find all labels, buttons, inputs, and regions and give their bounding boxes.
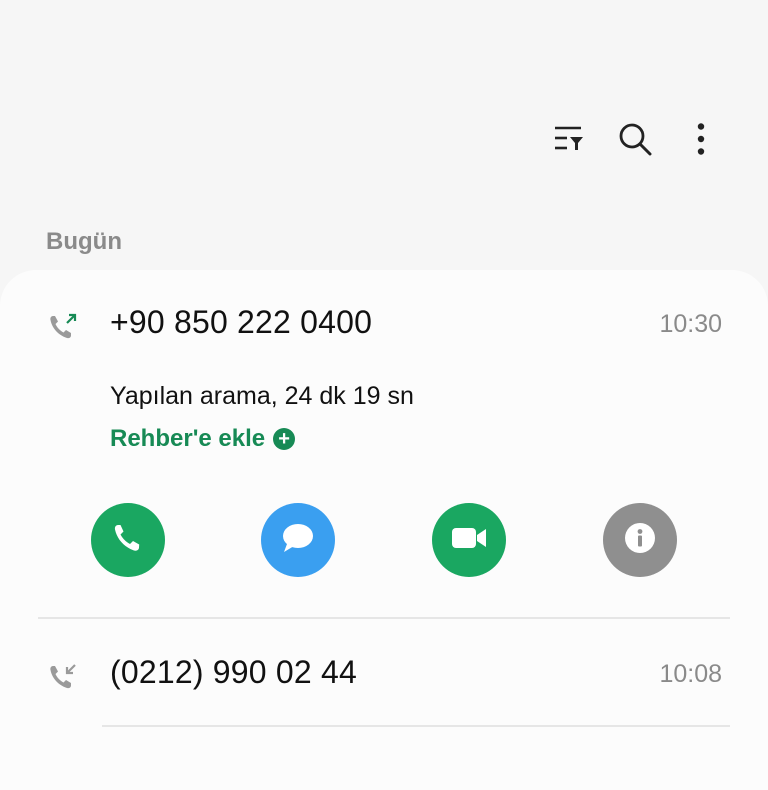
message-button[interactable] <box>261 503 335 577</box>
call-time: 10:30 <box>659 310 722 338</box>
section-title-today: Bugün <box>46 228 122 255</box>
filter-button[interactable] <box>536 118 602 164</box>
call-time: 10:08 <box>659 660 722 688</box>
search-button[interactable] <box>602 118 668 164</box>
incoming-call-icon <box>46 660 80 694</box>
info-button[interactable] <box>603 503 677 577</box>
video-call-button[interactable] <box>432 503 506 577</box>
video-call-icon <box>450 524 488 557</box>
call-log-card: +90 850 222 0400 10:30 Yapılan arama, 24… <box>0 270 768 790</box>
call-log-item[interactable]: (0212) 990 02 44 10:08 <box>0 646 768 706</box>
message-icon <box>279 519 317 562</box>
info-icon <box>624 522 656 559</box>
add-circle-icon: + <box>273 428 296 450</box>
phone-number: +90 850 222 0400 <box>110 304 373 340</box>
call-log-item[interactable]: +90 850 222 0400 10:30 <box>0 296 768 356</box>
search-icon <box>618 122 652 161</box>
add-to-contacts-link[interactable]: Rehber'e ekle + <box>110 425 296 453</box>
divider <box>38 617 730 619</box>
more-options-button[interactable] <box>668 118 734 164</box>
filter-icon <box>553 124 585 159</box>
divider <box>102 725 730 727</box>
voice-call-button[interactable] <box>91 503 165 577</box>
phone-number: (0212) 990 02 44 <box>110 654 357 690</box>
top-toolbar <box>536 118 734 164</box>
call-detail: Yapılan arama, 24 dk 19 sn <box>110 382 414 410</box>
call-icon <box>110 520 146 561</box>
call-actions <box>0 503 768 579</box>
add-to-contacts-label: Rehber'e ekle <box>110 425 266 452</box>
outgoing-call-icon <box>46 310 80 344</box>
more-options-icon <box>697 122 705 160</box>
